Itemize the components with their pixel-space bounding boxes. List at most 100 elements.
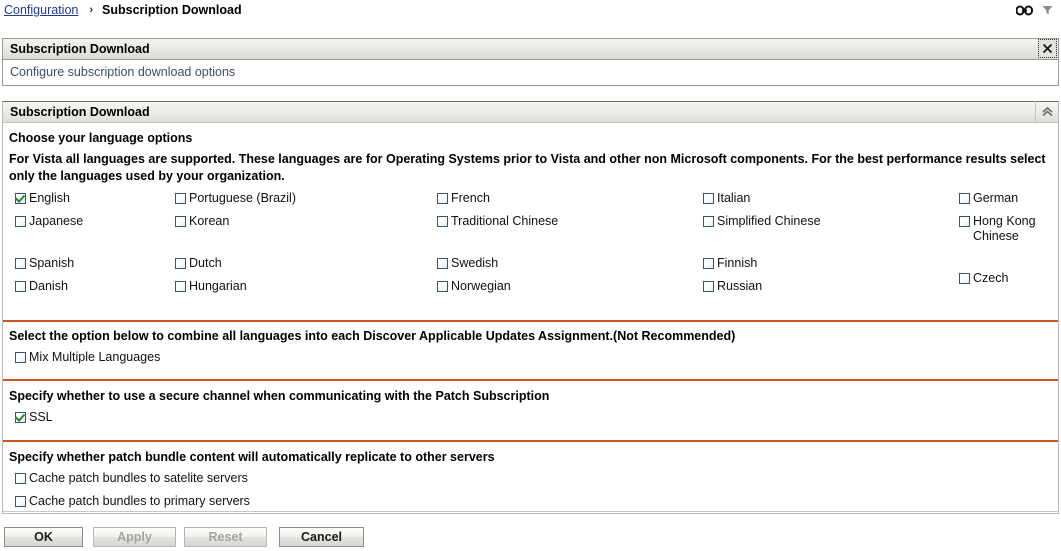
checkbox-row: Russian: [703, 279, 955, 294]
section-separator: [3, 379, 1058, 381]
checkbox-row: Japanese: [15, 214, 173, 229]
breadcrumb-link-configuration[interactable]: Configuration: [4, 3, 78, 17]
checkbox-row: Finnish: [703, 256, 955, 271]
checkbox-row: Cache patch bundles to satelite servers: [15, 471, 250, 486]
language-section-description: For Vista all languages are supported. T…: [9, 151, 1049, 185]
checkbox-label-ssl: SSL: [29, 410, 53, 425]
mix-section-options: Mix Multiple Languages: [15, 350, 160, 373]
checkbox-row: Dutch: [175, 256, 433, 271]
checkbox-korean[interactable]: [175, 216, 186, 227]
checkbox-ssl[interactable]: [15, 412, 26, 423]
checkbox-cache-patch-bundles-to-primary-servers[interactable]: [15, 496, 26, 507]
checkbox-row: Hong Kong Chinese: [959, 214, 1055, 244]
checkbox-danish[interactable]: [15, 281, 26, 292]
link-icon[interactable]: [1016, 5, 1033, 16]
dialog-footer: OK Apply Reset Cancel: [0, 527, 1061, 551]
language-column-0: English Japanese Spanish Danish: [15, 191, 173, 302]
checkbox-label-norwegian: Norwegian: [451, 279, 511, 294]
apply-button: Apply: [93, 527, 176, 547]
checkbox-label-cache-patch-bundles-to-primary-servers: Cache patch bundles to primary servers: [29, 494, 250, 509]
checkbox-row: Danish: [15, 279, 173, 294]
checkbox-label-danish: Danish: [29, 279, 68, 294]
checkbox-label-cache-patch-bundles-to-satelite-servers: Cache patch bundles to satelite servers: [29, 471, 248, 486]
mix-section-heading: Select the option below to combine all l…: [9, 329, 735, 343]
checkbox-row: Czech: [959, 271, 1055, 286]
checkbox-cache-patch-bundles-to-satelite-servers[interactable]: [15, 473, 26, 484]
checkbox-row: English: [15, 191, 173, 206]
checkbox-label-french: French: [451, 191, 490, 206]
checkbox-spanish[interactable]: [15, 258, 26, 269]
section-separator: [3, 440, 1058, 442]
checkbox-row: SSL: [15, 410, 53, 425]
checkbox-english[interactable]: [15, 193, 26, 204]
checkbox-row: Spanish: [15, 256, 173, 271]
checkbox-row: Swedish: [437, 256, 699, 271]
language-section-heading: Choose your language options: [9, 131, 192, 145]
dialog-titlebar: Subscription Download: [3, 39, 1058, 60]
language-column-4: German Hong Kong Chinese Czech: [959, 191, 1055, 294]
checkbox-simplified-chinese[interactable]: [703, 216, 714, 227]
ok-button[interactable]: OK: [4, 527, 83, 547]
checkbox-german[interactable]: [959, 193, 970, 204]
checkbox-row: German: [959, 191, 1055, 206]
checkbox-row: Hungarian: [175, 279, 433, 294]
checkbox-dutch[interactable]: [175, 258, 186, 269]
header-tools: [1016, 2, 1053, 18]
checkbox-row: Norwegian: [437, 279, 699, 294]
checkbox-label-finnish: Finnish: [717, 256, 757, 271]
language-column-3: Italian Simplified Chinese Finnish Russian: [703, 191, 955, 302]
dialog-subtitle: Configure subscription download options: [10, 65, 235, 79]
checkbox-row: Mix Multiple Languages: [15, 350, 160, 365]
checkbox-portuguese-brazil[interactable]: [175, 193, 186, 204]
breadcrumb-bar: Configuration › Subscription Download: [0, 0, 1061, 30]
checkbox-row: French: [437, 191, 699, 206]
checkbox-hungarian[interactable]: [175, 281, 186, 292]
checkbox-label-mix-multiple-languages: Mix Multiple Languages: [29, 350, 160, 365]
chevron-double-up-icon[interactable]: [1035, 101, 1058, 122]
checkbox-label-dutch: Dutch: [189, 256, 222, 271]
breadcrumb-current: Subscription Download: [102, 3, 242, 17]
language-column-1: Portuguese (Brazil) Korean Dutch Hungarian: [175, 191, 433, 302]
filter-icon[interactable]: [1042, 5, 1053, 16]
checkbox-norwegian[interactable]: [437, 281, 448, 292]
panel-titlebar: Subscription Download: [3, 102, 1058, 123]
checkbox-italian[interactable]: [703, 193, 714, 204]
secure-section-heading: Specify whether to use a secure channel …: [9, 389, 549, 403]
checkbox-label-hong-kong-chinese: Hong Kong Chinese: [973, 214, 1055, 244]
checkbox-label-russian: Russian: [717, 279, 762, 294]
checkbox-label-spanish: Spanish: [29, 256, 74, 271]
checkbox-swedish[interactable]: [437, 258, 448, 269]
checkbox-mix-multiple-languages[interactable]: [15, 352, 26, 363]
subscription-download-dialog: Subscription Download Configure subscrip…: [2, 38, 1059, 86]
checkbox-label-swedish: Swedish: [451, 256, 498, 271]
subscription-download-panel: Subscription Download Choose your langua…: [2, 101, 1059, 514]
checkbox-finnish[interactable]: [703, 258, 714, 269]
panel-bottom-divider: [3, 511, 1058, 512]
checkbox-row: Italian: [703, 191, 955, 206]
breadcrumb-separator: ›: [89, 4, 93, 16]
checkbox-french[interactable]: [437, 193, 448, 204]
replicate-section-heading: Specify whether patch bundle content wil…: [9, 450, 495, 464]
checkbox-label-czech: Czech: [973, 271, 1008, 286]
close-icon[interactable]: [1038, 39, 1057, 58]
cancel-button[interactable]: Cancel: [279, 527, 364, 547]
checkbox-row: Cache patch bundles to primary servers: [15, 494, 250, 509]
checkbox-label-italian: Italian: [717, 191, 750, 206]
checkbox-label-simplified-chinese: Simplified Chinese: [717, 214, 821, 229]
checkbox-label-korean: Korean: [189, 214, 229, 229]
checkbox-row: Portuguese (Brazil): [175, 191, 433, 206]
checkbox-label-hungarian: Hungarian: [189, 279, 247, 294]
checkbox-row: Korean: [175, 214, 433, 229]
checkbox-label-japanese: Japanese: [29, 214, 83, 229]
panel-title: Subscription Download: [10, 105, 150, 119]
checkbox-hong-kong-chinese[interactable]: [959, 216, 970, 227]
dialog-title: Subscription Download: [10, 42, 150, 56]
checkbox-russian[interactable]: [703, 281, 714, 292]
breadcrumb: Configuration › Subscription Download: [4, 0, 242, 20]
checkbox-label-german: German: [973, 191, 1018, 206]
checkbox-label-english: English: [29, 191, 70, 206]
checkbox-row: Simplified Chinese: [703, 214, 955, 229]
checkbox-traditional-chinese[interactable]: [437, 216, 448, 227]
checkbox-czech[interactable]: [959, 273, 970, 284]
checkbox-japanese[interactable]: [15, 216, 26, 227]
